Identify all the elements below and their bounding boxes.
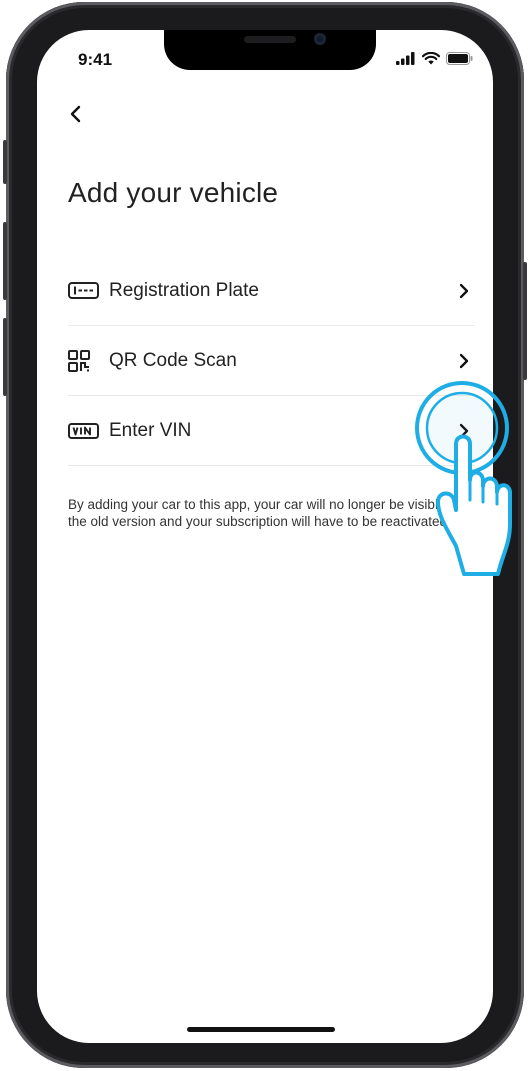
battery-icon bbox=[446, 52, 473, 65]
status-icons bbox=[396, 52, 473, 65]
chevron-right-icon bbox=[459, 353, 469, 368]
volume-up-button bbox=[3, 222, 7, 300]
page-title: Add your vehicle bbox=[68, 177, 279, 208]
camera bbox=[314, 33, 326, 45]
option-enter-vin[interactable]: Enter VIN bbox=[68, 396, 475, 466]
back-button[interactable] bbox=[65, 102, 89, 126]
home-indicator[interactable] bbox=[187, 1027, 335, 1032]
phone-screen: 9:41 Add your vehicle Registration Plate… bbox=[37, 30, 493, 1043]
option-label: Registration Plate bbox=[109, 279, 259, 301]
speaker bbox=[244, 36, 296, 43]
wifi-icon bbox=[422, 52, 440, 65]
option-label: Enter VIN bbox=[109, 419, 192, 441]
chevron-left-icon bbox=[70, 105, 81, 123]
chevron-right-icon bbox=[459, 423, 469, 438]
option-registration-plate[interactable]: Registration Plate bbox=[68, 256, 475, 326]
registration-plate-icon bbox=[68, 280, 100, 302]
notch bbox=[164, 30, 376, 70]
power-button bbox=[523, 262, 527, 380]
vin-icon bbox=[68, 420, 100, 442]
volume-down-button bbox=[3, 318, 7, 396]
disclaimer-text: By adding your car to this app, your car… bbox=[68, 497, 460, 529]
option-label: QR Code Scan bbox=[109, 349, 237, 371]
status-time: 9:41 bbox=[78, 50, 113, 69]
qr-code-icon bbox=[68, 349, 100, 372]
signal-icon bbox=[396, 52, 415, 65]
add-vehicle-options: Registration Plate QR Code Scan Enter VI… bbox=[68, 256, 475, 466]
option-qr-code-scan[interactable]: QR Code Scan bbox=[68, 326, 475, 396]
mute-switch bbox=[3, 140, 7, 184]
chevron-right-icon bbox=[459, 283, 469, 298]
